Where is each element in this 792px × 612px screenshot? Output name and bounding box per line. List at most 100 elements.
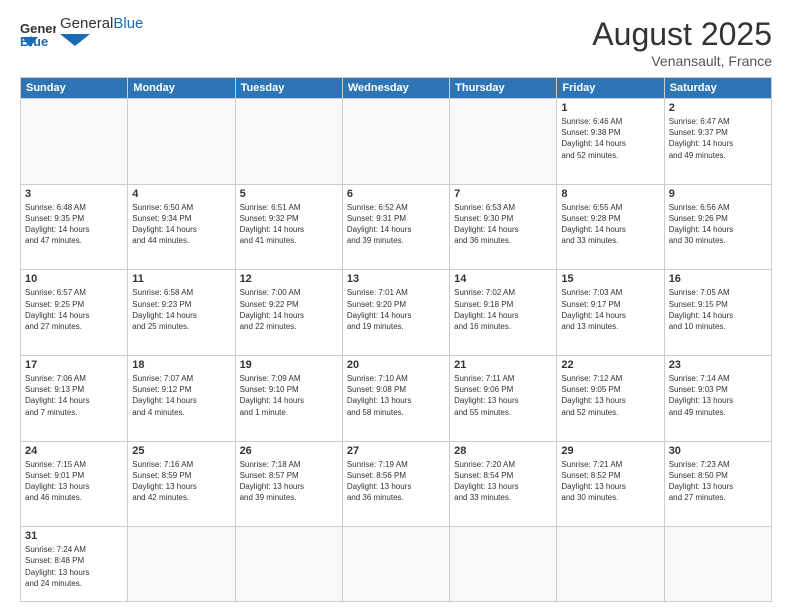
calendar-cell: 13Sunrise: 7:01 AM Sunset: 9:20 PM Dayli… [342, 270, 449, 356]
header-thursday: Thursday [450, 78, 557, 99]
cell-sun-info: Sunrise: 7:01 AM Sunset: 9:20 PM Dayligh… [347, 287, 445, 332]
cell-sun-info: Sunrise: 7:18 AM Sunset: 8:57 PM Dayligh… [240, 459, 338, 504]
cell-sun-info: Sunrise: 7:11 AM Sunset: 9:06 PM Dayligh… [454, 373, 552, 418]
calendar-cell: 2 Sunrise: 6:47 AM Sunset: 9:37 PM Daylig… [664, 99, 771, 185]
calendar-cell: 15 Sunrise: 7:03 AM Sunset: 9:17 PM Dayli… [557, 270, 664, 356]
day-number: 9 [669, 188, 767, 200]
calendar-cell: 25 Sunrise: 7:16 AM Sunset: 8:59 PM Dayli… [128, 441, 235, 527]
calendar-cell: 7 Sunrise: 6:53 AM Sunset: 9:30 PM Daylig… [450, 184, 557, 270]
calendar-cell: 22 Sunrise: 7:12 AM Sunset: 9:05 PM Dayli… [557, 355, 664, 441]
logo-general: General [60, 15, 113, 32]
calendar-cell [557, 527, 664, 602]
calendar-cell: 17 Sunrise: 7:06 AM Sunset: 9:13 PM Dayli… [21, 355, 128, 441]
day-number: 10 [25, 273, 123, 285]
header-monday: Monday [128, 78, 235, 99]
day-number: 5 [240, 188, 338, 200]
cell-sun-info: Sunrise: 7:20 AM Sunset: 8:54 PM Dayligh… [454, 459, 552, 504]
day-number: 8 [561, 188, 659, 200]
cell-sun-info: Sunrise: 6:50 AM Sunset: 9:34 PM Dayligh… [132, 202, 230, 247]
cell-sun-info: Sunrise: 6:57 AM Sunset: 9:25 PM Dayligh… [25, 287, 123, 332]
day-number: 15 [561, 273, 659, 285]
calendar-cell [342, 99, 449, 185]
header-wednesday: Wednesday [342, 78, 449, 99]
day-number: 2 [669, 102, 767, 114]
title-block: August 2025 Venansault, France [592, 16, 772, 69]
cell-sun-info: Sunrise: 6:58 AM Sunset: 9:23 PM Dayligh… [132, 287, 230, 332]
cell-sun-info: Sunrise: 7:06 AM Sunset: 9:13 PM Dayligh… [25, 373, 123, 418]
calendar-row-0: 1 Sunrise: 6:46 AM Sunset: 9:38 PM Daylig… [21, 99, 772, 185]
calendar-cell: 9Sunrise: 6:56 AM Sunset: 9:26 PM Daylig… [664, 184, 771, 270]
calendar-table: Sunday Monday Tuesday Wednesday Thursday… [20, 77, 772, 602]
header-sunday: Sunday [21, 78, 128, 99]
cell-sun-info: Sunrise: 7:07 AM Sunset: 9:12 PM Dayligh… [132, 373, 230, 418]
day-number: 25 [132, 445, 230, 457]
calendar-cell: 30 Sunrise: 7:23 AM Sunset: 8:50 PM Dayli… [664, 441, 771, 527]
cell-sun-info: Sunrise: 6:53 AM Sunset: 9:30 PM Dayligh… [454, 202, 552, 247]
header-friday: Friday [557, 78, 664, 99]
cell-sun-info: Sunrise: 7:09 AM Sunset: 9:10 PM Dayligh… [240, 373, 338, 418]
cell-sun-info: Sunrise: 7:16 AM Sunset: 8:59 PM Dayligh… [132, 459, 230, 504]
calendar-cell [450, 99, 557, 185]
day-number: 24 [25, 445, 123, 457]
calendar-cell: 8 Sunrise: 6:55 AM Sunset: 9:28 PM Daylig… [557, 184, 664, 270]
header-tuesday: Tuesday [235, 78, 342, 99]
cell-sun-info: Sunrise: 6:47 AM Sunset: 9:37 PM Dayligh… [669, 116, 767, 161]
calendar-cell: 19Sunrise: 7:09 AM Sunset: 9:10 PM Dayli… [235, 355, 342, 441]
calendar-cell: 23Sunrise: 7:14 AM Sunset: 9:03 PM Dayli… [664, 355, 771, 441]
day-number: 16 [669, 273, 767, 285]
cell-sun-info: Sunrise: 7:03 AM Sunset: 9:17 PM Dayligh… [561, 287, 659, 332]
calendar-row-2: 10 Sunrise: 6:57 AM Sunset: 9:25 PM Dayli… [21, 270, 772, 356]
logo: General Blue General Blue [20, 16, 143, 51]
day-number: 26 [240, 445, 338, 457]
calendar-cell: 11Sunrise: 6:58 AM Sunset: 9:23 PM Dayli… [128, 270, 235, 356]
cell-sun-info: Sunrise: 7:00 AM Sunset: 9:22 PM Dayligh… [240, 287, 338, 332]
day-number: 20 [347, 359, 445, 371]
cell-sun-info: Sunrise: 6:48 AM Sunset: 9:35 PM Dayligh… [25, 202, 123, 247]
calendar-cell [21, 99, 128, 185]
day-number: 6 [347, 188, 445, 200]
day-number: 22 [561, 359, 659, 371]
calendar-row-1: 3Sunrise: 6:48 AM Sunset: 9:35 PM Daylig… [21, 184, 772, 270]
cell-sun-info: Sunrise: 6:52 AM Sunset: 9:31 PM Dayligh… [347, 202, 445, 247]
cell-sun-info: Sunrise: 6:55 AM Sunset: 9:28 PM Dayligh… [561, 202, 659, 247]
page: General Blue General Blue August 2025 Ven… [0, 0, 792, 612]
day-number: 30 [669, 445, 767, 457]
calendar-cell: 26 Sunrise: 7:18 AM Sunset: 8:57 PM Dayli… [235, 441, 342, 527]
day-number: 21 [454, 359, 552, 371]
calendar-row-5: 31 Sunrise: 7:24 AM Sunset: 8:48 PM Dayli… [21, 527, 772, 602]
calendar-cell: 31 Sunrise: 7:24 AM Sunset: 8:48 PM Dayli… [21, 527, 128, 602]
svg-text:Blue: Blue [20, 34, 48, 47]
cell-sun-info: Sunrise: 7:12 AM Sunset: 9:05 PM Dayligh… [561, 373, 659, 418]
logo-triangle [60, 34, 110, 46]
calendar-cell: 5 Sunrise: 6:51 AM Sunset: 9:32 PM Daylig… [235, 184, 342, 270]
day-number: 7 [454, 188, 552, 200]
weekday-header-row: Sunday Monday Tuesday Wednesday Thursday… [21, 78, 772, 99]
header-saturday: Saturday [664, 78, 771, 99]
cell-sun-info: Sunrise: 6:46 AM Sunset: 9:38 PM Dayligh… [561, 116, 659, 161]
day-number: 14 [454, 273, 552, 285]
calendar-cell: 6 Sunrise: 6:52 AM Sunset: 9:31 PM Daylig… [342, 184, 449, 270]
logo-icon: General Blue [20, 19, 56, 47]
day-number: 1 [561, 102, 659, 114]
calendar-cell: 27Sunrise: 7:19 AM Sunset: 8:56 PM Dayli… [342, 441, 449, 527]
day-number: 17 [25, 359, 123, 371]
calendar-cell [342, 527, 449, 602]
cell-sun-info: Sunrise: 6:51 AM Sunset: 9:32 PM Dayligh… [240, 202, 338, 247]
calendar-cell [128, 527, 235, 602]
day-number: 12 [240, 273, 338, 285]
calendar-cell: 12 Sunrise: 7:00 AM Sunset: 9:22 PM Dayli… [235, 270, 342, 356]
day-number: 31 [25, 530, 123, 542]
calendar-cell: 28Sunrise: 7:20 AM Sunset: 8:54 PM Dayli… [450, 441, 557, 527]
calendar-cell: 20 Sunrise: 7:10 AM Sunset: 9:08 PM Dayli… [342, 355, 449, 441]
day-number: 27 [347, 445, 445, 457]
calendar-cell: 1 Sunrise: 6:46 AM Sunset: 9:38 PM Daylig… [557, 99, 664, 185]
calendar-cell: 14 Sunrise: 7:02 AM Sunset: 9:18 PM Dayli… [450, 270, 557, 356]
cell-sun-info: Sunrise: 7:23 AM Sunset: 8:50 PM Dayligh… [669, 459, 767, 504]
cell-sun-info: Sunrise: 7:10 AM Sunset: 9:08 PM Dayligh… [347, 373, 445, 418]
calendar-cell [235, 527, 342, 602]
header: General Blue General Blue August 2025 Ven… [20, 16, 772, 69]
cell-sun-info: Sunrise: 7:24 AM Sunset: 8:48 PM Dayligh… [25, 544, 123, 589]
calendar-cell: 10 Sunrise: 6:57 AM Sunset: 9:25 PM Dayli… [21, 270, 128, 356]
calendar-cell [664, 527, 771, 602]
cell-sun-info: Sunrise: 7:02 AM Sunset: 9:18 PM Dayligh… [454, 287, 552, 332]
